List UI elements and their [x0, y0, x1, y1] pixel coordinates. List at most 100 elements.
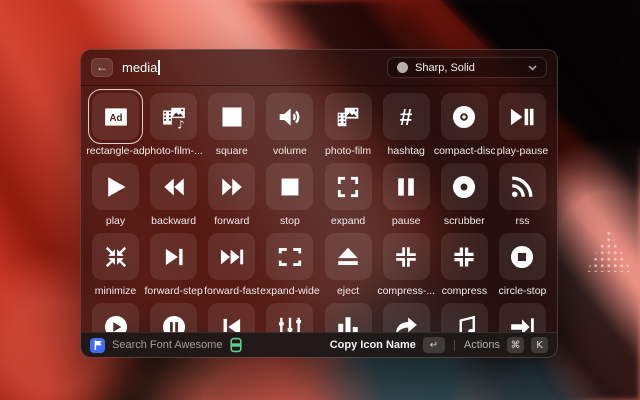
icon-result-cell: expand-wide — [266, 233, 313, 303]
footer-divider — [454, 340, 455, 351]
icon-grid-row: Adrectangle-ad♪photo-film-...squarevolum… — [92, 93, 546, 163]
icon-result-cell — [499, 303, 546, 333]
icon-result-cell: photo-film — [325, 93, 372, 163]
forward-step-icon — [161, 244, 187, 270]
square-icon — [219, 104, 245, 130]
icon-result-cell — [383, 303, 430, 333]
icon-tile-stop[interactable] — [266, 163, 313, 210]
pause-icon — [393, 174, 419, 200]
share-icon — [393, 314, 419, 334]
icon-tile-backward-step[interactable] — [208, 303, 255, 333]
icon-tile-arrow-right-to-line[interactable] — [499, 303, 546, 333]
icon-tile-play-pause[interactable] — [499, 93, 546, 140]
actions-button[interactable]: Actions — [464, 339, 500, 351]
icon-tile-music[interactable] — [441, 303, 488, 333]
play-icon — [103, 174, 129, 200]
icon-label: forward — [201, 215, 262, 227]
svg-text:Ad: Ad — [109, 112, 122, 123]
icon-result-cell: minimize — [92, 233, 139, 303]
icon-label: play-pause — [492, 145, 553, 157]
icon-tile-share[interactable] — [383, 303, 430, 333]
icon-tile-rss[interactable] — [499, 163, 546, 210]
icon-tile-backward[interactable] — [150, 163, 197, 210]
icon-label: volume — [259, 145, 320, 157]
icon-label: square — [201, 145, 262, 157]
icon-tile-compress-wide[interactable] — [383, 233, 430, 280]
icon-label: compact-disc — [434, 145, 495, 157]
font-awesome-flag-icon — [90, 338, 105, 353]
cmd-key-hint: ⌘ — [507, 337, 524, 353]
icon-result-cell: compress — [441, 233, 488, 303]
backward-step-icon — [219, 314, 245, 334]
icon-result-cell: forward-step — [150, 233, 197, 303]
icon-tile-chart-simple[interactable] — [325, 303, 372, 333]
icon-search-window: ← media Sharp, Solid Ad rectangle-ad ♪ phot… — [80, 49, 558, 358]
icon-label: rectangle-ad — [85, 145, 146, 157]
back-button[interactable]: ← — [91, 58, 113, 77]
icon-label: eject — [318, 285, 379, 297]
icon-tile-expand[interactable] — [325, 163, 372, 210]
icon-tile-compress[interactable] — [441, 233, 488, 280]
forward-icon — [219, 174, 245, 200]
circle-play-icon — [103, 314, 129, 334]
icon-label: stop — [259, 215, 320, 227]
icon-tile-expand-wide[interactable] — [266, 233, 313, 280]
arrow-right-to-line-icon — [509, 314, 535, 334]
icon-result-cell: square — [208, 93, 255, 163]
icon-tile-compact-disc[interactable] — [441, 93, 488, 140]
icon-grid-row-partial — [92, 303, 546, 333]
icon-tile-circle-stop[interactable] — [499, 233, 546, 280]
icon-label: backward — [143, 215, 204, 227]
icon-label: play — [85, 215, 146, 227]
icon-result-cell: pause — [383, 163, 430, 233]
back-arrow-icon: ← — [96, 60, 108, 74]
icon-tile-sliders[interactable] — [266, 303, 313, 333]
icon-tile-photo-film-music[interactable]: ♪ — [150, 93, 197, 140]
svg-text:#: # — [400, 104, 413, 130]
svg-text:♪: ♪ — [177, 117, 184, 130]
stop-icon — [277, 174, 303, 200]
minimize-icon — [103, 244, 129, 270]
rss-icon — [509, 174, 535, 200]
icon-result-cell — [150, 303, 197, 333]
music-icon — [451, 314, 477, 334]
icon-tile-photo-film[interactable] — [325, 93, 372, 140]
icon-grid-row: playbackwardforwardstopexpandpausescrubb… — [92, 163, 546, 233]
icon-tile-forward-step[interactable] — [150, 233, 197, 280]
icon-tile-scrubber[interactable] — [441, 163, 488, 210]
icon-result-cell: rss — [499, 163, 546, 233]
icon-tile-circle-play[interactable] — [92, 303, 139, 333]
icon-result-cell: backward — [150, 163, 197, 233]
icon-label: expand-wide — [259, 285, 320, 297]
style-dropdown[interactable]: Sharp, Solid — [387, 57, 547, 78]
chevron-down-icon — [528, 65, 537, 71]
search-input[interactable]: media — [122, 60, 160, 75]
icon-tile-pause[interactable] — [383, 163, 430, 210]
icon-tile-circle-pause[interactable] — [150, 303, 197, 333]
icon-tile-eject[interactable] — [325, 233, 372, 280]
icon-tile-volume[interactable] — [266, 93, 313, 140]
icon-label: compress — [434, 285, 495, 297]
icon-result-cell: compress-... — [383, 233, 430, 303]
icon-tile-rectangle-ad[interactable]: Ad — [92, 93, 139, 140]
icon-result-cell: forward-fast — [208, 233, 255, 303]
icon-result-cell: compact-disc — [441, 93, 488, 163]
icon-result-cell — [208, 303, 255, 333]
icon-label: circle-stop — [492, 285, 553, 297]
forward-fast-icon — [219, 244, 245, 270]
search-bar: ← media Sharp, Solid — [81, 50, 557, 86]
style-dropdown-value: Sharp, Solid — [415, 62, 521, 74]
icon-result-cell: volume — [266, 93, 313, 163]
primary-action-label[interactable]: Copy Icon Name — [330, 339, 416, 351]
icon-tile-hashtag[interactable]: # — [383, 93, 430, 140]
icon-tile-forward[interactable] — [208, 163, 255, 210]
icon-tile-forward-fast[interactable] — [208, 233, 255, 280]
icon-tile-play[interactable] — [92, 163, 139, 210]
icon-results-grid: Adrectangle-ad♪photo-film-...squarevolum… — [81, 86, 557, 333]
compress-wide-icon — [393, 244, 419, 270]
icon-result-cell: expand — [325, 163, 372, 233]
icon-label: forward-step — [143, 285, 204, 297]
icon-tile-square[interactable] — [208, 93, 255, 140]
backward-icon — [161, 174, 187, 200]
icon-tile-minimize[interactable] — [92, 233, 139, 280]
